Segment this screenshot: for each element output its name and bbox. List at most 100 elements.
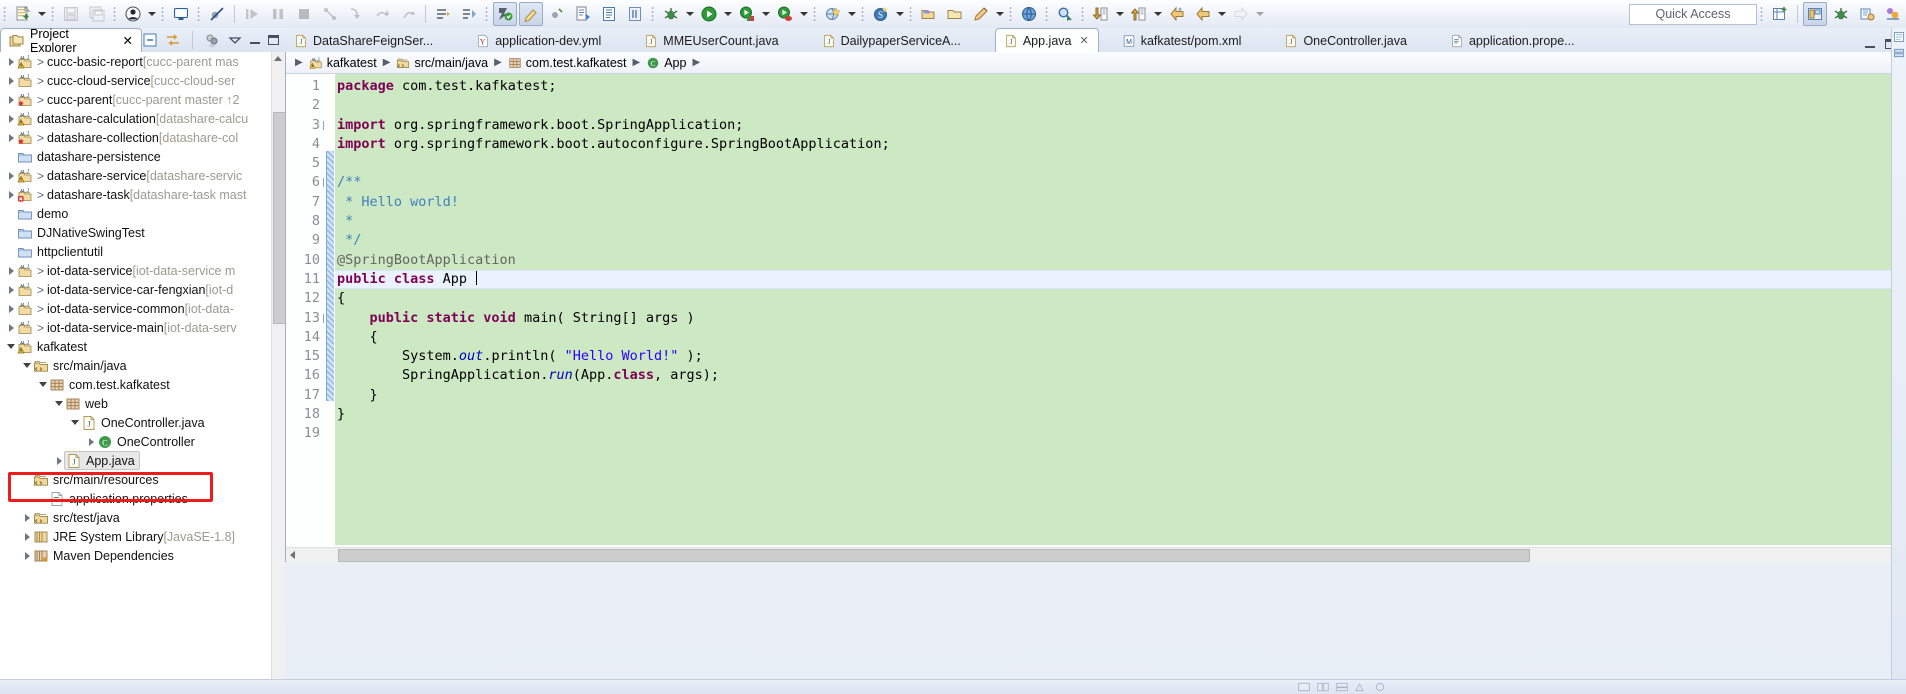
editor-tab-dailypaperservicea-[interactable]: J DailypaperServiceA... xyxy=(813,28,971,52)
open-perspective-icon[interactable] xyxy=(1768,2,1792,26)
java-perspective-button[interactable] xyxy=(1803,2,1827,26)
tree-twisty-closed-icon[interactable] xyxy=(6,261,17,280)
tree-item-datashare-service[interactable]: M J > datashare-service [datashare-servic xyxy=(0,166,272,185)
tree-item-content[interactable]: src/main/java xyxy=(33,358,127,374)
code-line[interactable]: /** xyxy=(335,173,1906,192)
code-area[interactable]: 1 2 3 4 5 6 7 8 9 10 11 12 13 14 15 16 17 18 19 package co… xyxy=(286,74,1906,545)
code-line[interactable]: * xyxy=(335,212,1906,231)
tree-item-djnativeswingtest[interactable]: DJNativeSwingTest xyxy=(0,223,272,242)
pencil-dropdown-arrow[interactable] xyxy=(994,3,1006,25)
debug-dropdown-arrow[interactable] xyxy=(684,3,696,25)
previous-annotation-icon[interactable] xyxy=(1127,2,1151,26)
code-line[interactable]: package com.test.kafkatest; xyxy=(335,77,1906,96)
tree-item-datashare-task[interactable]: M J > datashare-task [datashare-task mast xyxy=(0,185,272,204)
tree-item-onecontroller-java[interactable]: J OneController.java xyxy=(0,413,272,432)
breadcrumb-item-com-test-kafkatest[interactable]: com.test.kafkatest xyxy=(508,56,627,70)
editor-tab-kafkatest-pom-xml[interactable]: Mkafkatest/pom.xml xyxy=(1113,28,1252,52)
web-browser-icon[interactable] xyxy=(1017,2,1041,26)
tree-twisty-closed-icon[interactable] xyxy=(22,527,33,546)
open-type-icon[interactable] xyxy=(917,2,941,26)
tree-item-demo[interactable]: demo xyxy=(0,204,272,223)
tree-item-content[interactable]: DJNativeSwingTest xyxy=(17,225,145,241)
tree-twisty-closed-icon[interactable] xyxy=(6,318,17,337)
tree-twisty-closed-icon[interactable] xyxy=(86,432,97,451)
debug-icon[interactable] xyxy=(659,2,683,26)
next-dropdown-arrow[interactable] xyxy=(1114,3,1126,25)
back-icon[interactable] xyxy=(1165,2,1189,26)
new-dropdown-arrow[interactable] xyxy=(36,3,48,25)
tree-twisty-open-icon[interactable] xyxy=(70,413,81,432)
bottom-icon-4[interactable] xyxy=(1355,682,1368,693)
skip-all-icon[interactable] xyxy=(431,2,455,26)
tree-item-content[interactable]: Maven Dependencies xyxy=(33,548,174,564)
tab-close-icon[interactable]: ✕ xyxy=(1079,34,1088,47)
tree-twisty-closed-icon[interactable] xyxy=(22,546,33,565)
code-line[interactable]: } xyxy=(335,386,1906,405)
suspend-icon[interactable] xyxy=(266,2,290,26)
bottom-icon-2[interactable] xyxy=(1317,682,1330,693)
code-line[interactable] xyxy=(335,424,1906,443)
back-history-icon[interactable] xyxy=(1191,2,1215,26)
toolbar-grip-8[interactable] xyxy=(812,5,818,23)
run-icon[interactable] xyxy=(697,2,721,26)
new-package-icon[interactable] xyxy=(623,2,647,26)
tree-item-content[interactable]: src/main/resources xyxy=(33,472,159,488)
forward-dropdown-arrow[interactable] xyxy=(1254,3,1266,25)
tree-item-content[interactable]: M Jkafkatest xyxy=(17,339,87,355)
disconnect-icon[interactable] xyxy=(318,2,342,26)
view-menu-icon[interactable] xyxy=(227,32,243,48)
tree-item-app-java[interactable]: J App.java xyxy=(0,451,272,470)
tree-twisty-open-icon[interactable] xyxy=(6,337,17,356)
code-line[interactable]: */ xyxy=(335,231,1906,250)
external-dropdown-arrow[interactable] xyxy=(846,3,858,25)
tree-item-datashare-calculation[interactable]: M Jdatashare-calculation [datashare-calcu xyxy=(0,109,272,128)
profile-icon[interactable] xyxy=(773,2,797,26)
new-wizard-icon[interactable] xyxy=(11,2,35,26)
toggle-mark-occurrences-icon[interactable] xyxy=(457,2,481,26)
tree-item-src-main-resources[interactable]: src/main/resources xyxy=(0,470,272,489)
tree-twisty-open-icon[interactable] xyxy=(54,394,65,413)
code-line[interactable]: { xyxy=(335,289,1906,308)
rail-servers-icon[interactable] xyxy=(1893,47,1905,60)
project-tree[interactable]: M J > cucc-basic-report [cucc-parent mas M J >… xyxy=(0,52,272,694)
toolbar-grip-10[interactable] xyxy=(908,5,914,23)
tree-item-content[interactable]: C OneController xyxy=(97,434,195,450)
tree-item-content[interactable]: datashare-persistence xyxy=(17,149,161,165)
external-tools-icon[interactable] xyxy=(821,2,845,26)
bottom-icon-5[interactable] xyxy=(1374,682,1387,693)
open-task-icon[interactable] xyxy=(943,2,967,26)
java-perspective-icon[interactable] xyxy=(493,2,517,26)
team-sync-perspective-button[interactable] xyxy=(1881,2,1905,26)
breadcrumb-item-kafkatest[interactable]: M Jkafkatest xyxy=(309,56,377,70)
debug-perspective-button[interactable] xyxy=(1829,2,1853,26)
tree-twisty-closed-icon[interactable] xyxy=(6,71,17,90)
minimize-view-icon[interactable] xyxy=(250,35,261,45)
explorer-vertical-scrollbar[interactable] xyxy=(271,52,286,694)
toolbar-grip-13[interactable] xyxy=(1080,5,1086,23)
tree-item-src-test-java[interactable]: src/test/java xyxy=(0,508,272,527)
tree-item-cucc-basic-report[interactable]: M J > cucc-basic-report [cucc-parent mas xyxy=(0,52,272,71)
breadcrumb[interactable]: ▶ M Jkafkatest ▶ src/main/java ▶ com.test.kafk… xyxy=(286,52,1906,74)
tree-item-iot-data-service-main[interactable]: M J > iot-data-service-main [iot-data-serv xyxy=(0,318,272,337)
tree-twisty-closed-icon[interactable] xyxy=(54,451,65,470)
toolbar-grip-9[interactable] xyxy=(860,5,866,23)
minimize-editor-icon[interactable] xyxy=(1865,39,1876,49)
tree-item-content[interactable]: M J > cucc-parent [cucc-parent master ↑2 xyxy=(17,92,239,108)
save-all-icon[interactable] xyxy=(85,2,109,26)
scroll-up-arrow-icon[interactable] xyxy=(274,56,282,61)
toolbar-grip-2[interactable] xyxy=(50,5,56,23)
focus-on-active-task-icon[interactable] xyxy=(204,32,220,48)
user-dropdown-arrow[interactable] xyxy=(146,3,158,25)
coverage-icon[interactable] xyxy=(545,2,569,26)
tree-item-content[interactable]: com.test.kafkatest xyxy=(49,377,170,393)
project-explorer-tab[interactable]: Project Explorer ✕ xyxy=(0,27,142,55)
java-ee-perspective-button[interactable] xyxy=(1855,2,1879,26)
toolbar-grip-11[interactable] xyxy=(1008,5,1014,23)
terminate-icon[interactable] xyxy=(292,2,316,26)
tree-item-onecontroller[interactable]: C OneController xyxy=(0,432,272,451)
tree-item-content[interactable]: M J > iot-data-service-common [iot-data- xyxy=(17,301,234,317)
code-line[interactable]: * Hello world! xyxy=(335,193,1906,212)
tree-twisty-closed-icon[interactable] xyxy=(6,52,17,71)
toolbar-grip-12[interactable] xyxy=(1044,5,1050,23)
tree-item-content[interactable]: M J > datashare-collection [datashare-col xyxy=(17,130,238,146)
